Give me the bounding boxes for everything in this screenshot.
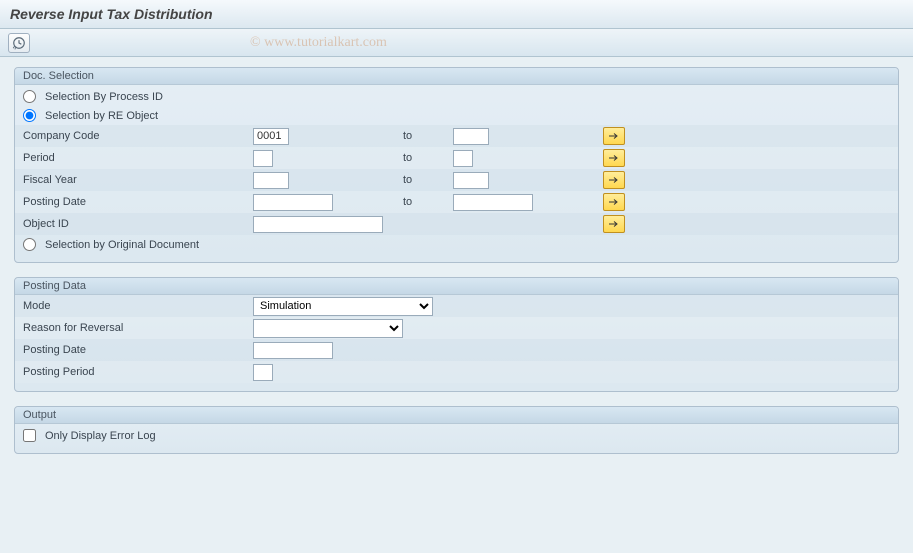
group-output: Output Only Display Error Log: [14, 406, 899, 454]
company-code-from-input[interactable]: [253, 128, 289, 145]
arrow-right-icon: [608, 131, 620, 141]
label-company-code: Company Code: [23, 130, 253, 142]
posting-date-from-input[interactable]: [253, 194, 333, 211]
radio-re-input[interactable]: [23, 109, 36, 122]
row-fiscal-year: Fiscal Year to: [15, 169, 898, 191]
radio-process-label: Selection By Process ID: [45, 91, 163, 103]
row-error-log: Only Display Error Log: [15, 424, 898, 445]
row-mode: Mode Simulation: [15, 295, 898, 317]
label-period: Period: [23, 152, 253, 164]
row-posting-date: Posting Date to: [15, 191, 898, 213]
object-id-input[interactable]: [253, 216, 383, 233]
row-selection-re: Selection by RE Object: [15, 106, 898, 125]
to-label-period: to: [403, 152, 453, 164]
group-header-output: Output: [15, 407, 898, 424]
to-label-posting-date: to: [403, 196, 453, 208]
multi-select-fiscal-year[interactable]: [603, 171, 625, 189]
row-reason: Reason for Reversal: [15, 317, 898, 339]
label-posting-period: Posting Period: [23, 366, 253, 378]
period-from-input[interactable]: [253, 150, 273, 167]
posting-period-input[interactable]: [253, 364, 273, 381]
main-area: Doc. Selection Selection By Process ID S…: [0, 57, 913, 478]
row-company-code: Company Code to: [15, 125, 898, 147]
row-posting-period: Posting Period: [15, 361, 898, 383]
reason-select[interactable]: [253, 319, 403, 338]
radio-original-label: Selection by Original Document: [45, 239, 199, 251]
fiscal-year-to-input[interactable]: [453, 172, 489, 189]
execute-clock-icon: [12, 36, 26, 50]
period-to-input[interactable]: [453, 150, 473, 167]
watermark: © www.tutorialkart.com: [250, 35, 387, 51]
posting-date-to-input[interactable]: [453, 194, 533, 211]
label-posting-date: Posting Date: [23, 196, 253, 208]
checkbox-error-log[interactable]: Only Display Error Log: [23, 429, 156, 442]
row-selection-original: Selection by Original Document: [15, 235, 898, 254]
label-object-id: Object ID: [23, 218, 253, 230]
radio-selection-original[interactable]: Selection by Original Document: [23, 238, 199, 251]
group-doc-selection: Doc. Selection Selection By Process ID S…: [14, 67, 899, 263]
posting-date-input[interactable]: [253, 342, 333, 359]
group-posting-data: Posting Data Mode Simulation Reason for …: [14, 277, 899, 392]
arrow-right-icon: [608, 175, 620, 185]
radio-original-input[interactable]: [23, 238, 36, 251]
group-header-posting-data: Posting Data: [15, 278, 898, 295]
radio-selection-re[interactable]: Selection by RE Object: [23, 109, 253, 122]
execute-button[interactable]: [8, 33, 30, 53]
multi-select-object-id[interactable]: [603, 215, 625, 233]
to-label-company: to: [403, 130, 453, 142]
error-log-label: Only Display Error Log: [45, 430, 156, 442]
radio-selection-process[interactable]: Selection By Process ID: [23, 90, 253, 103]
row-period: Period to: [15, 147, 898, 169]
multi-select-posting-date[interactable]: [603, 193, 625, 211]
label-mode: Mode: [23, 300, 253, 312]
error-log-checkbox[interactable]: [23, 429, 36, 442]
arrow-right-icon: [608, 197, 620, 207]
company-code-to-input[interactable]: [453, 128, 489, 145]
row-posting-date-2: Posting Date: [15, 339, 898, 361]
arrow-right-icon: [608, 153, 620, 163]
multi-select-company-code[interactable]: [603, 127, 625, 145]
group-header-doc-selection: Doc. Selection: [15, 68, 898, 85]
arrow-right-icon: [608, 219, 620, 229]
row-selection-process: Selection By Process ID: [15, 85, 898, 106]
label-fiscal-year: Fiscal Year: [23, 174, 253, 186]
to-label-fiscal-year: to: [403, 174, 453, 186]
row-object-id: Object ID: [15, 213, 898, 235]
toolbar: © www.tutorialkart.com: [0, 29, 913, 57]
label-reason: Reason for Reversal: [23, 322, 253, 334]
multi-select-period[interactable]: [603, 149, 625, 167]
radio-process-input[interactable]: [23, 90, 36, 103]
fiscal-year-from-input[interactable]: [253, 172, 289, 189]
page-title: Reverse Input Tax Distribution: [0, 0, 913, 29]
mode-select[interactable]: Simulation: [253, 297, 433, 316]
radio-re-label: Selection by RE Object: [45, 110, 158, 122]
label-posting-date-2: Posting Date: [23, 344, 253, 356]
